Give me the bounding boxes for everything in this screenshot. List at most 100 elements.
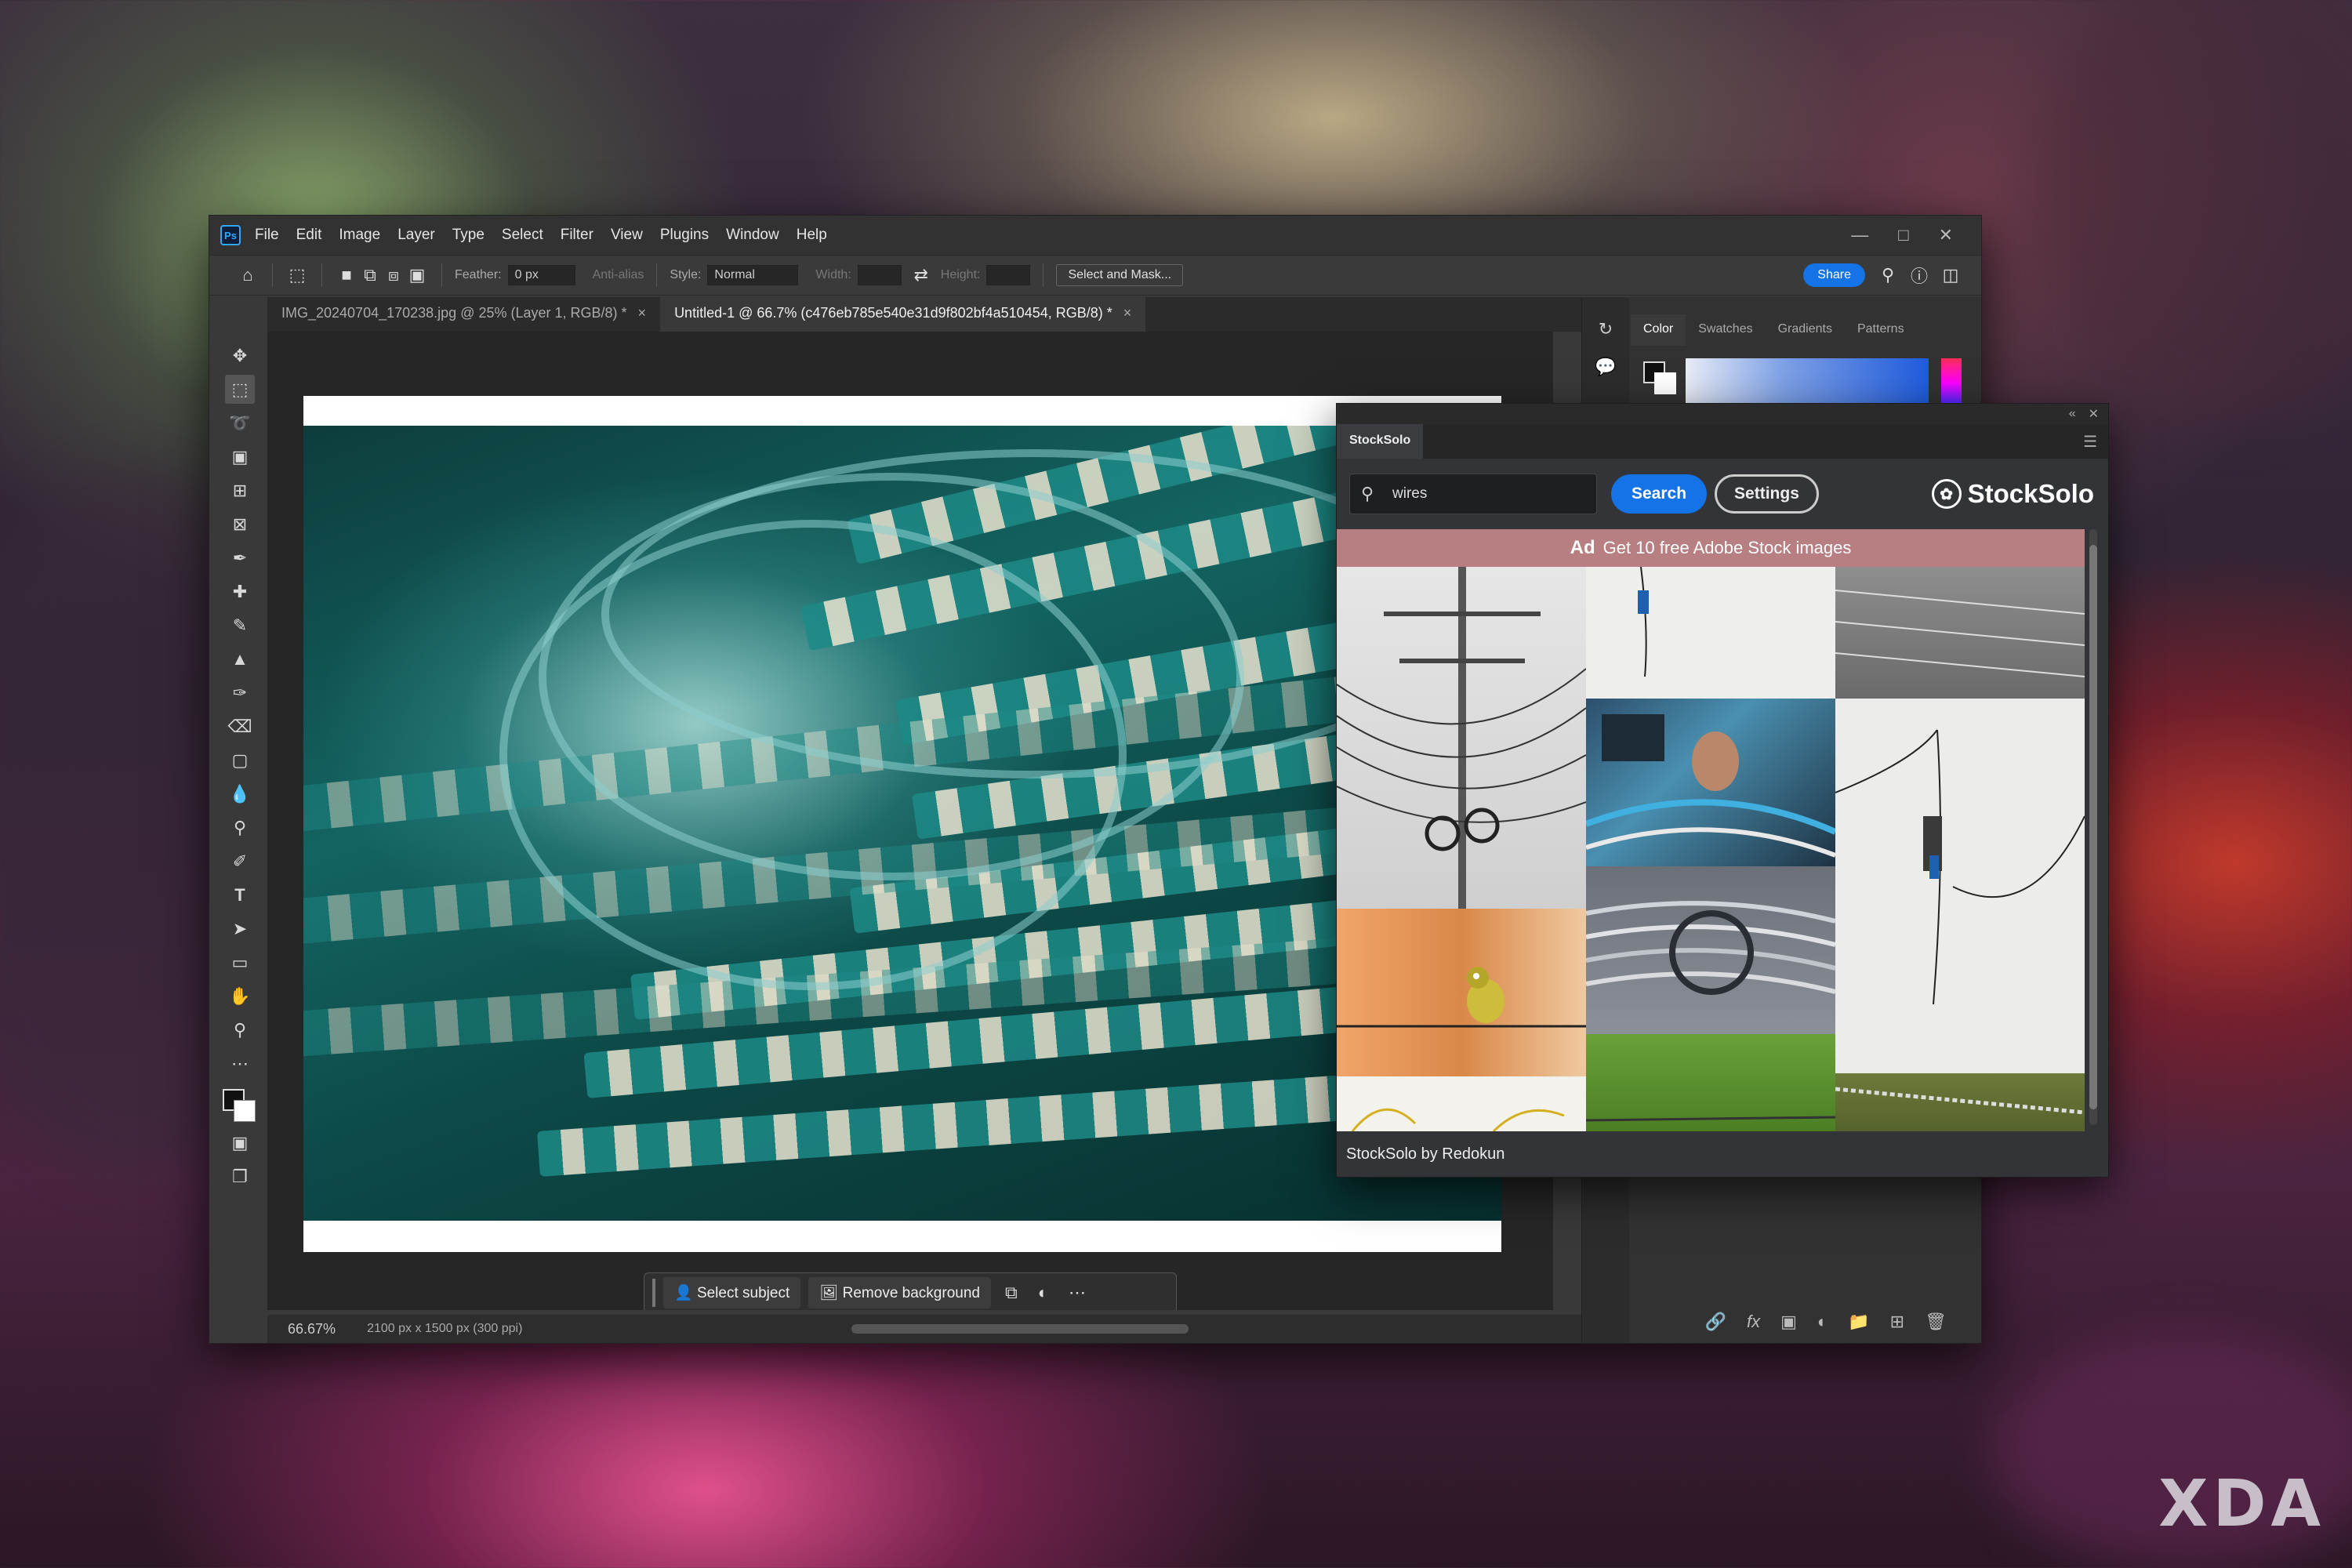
menu-plugins[interactable]: Plugins — [660, 227, 709, 244]
tab-patterns[interactable]: Patterns — [1845, 314, 1917, 346]
tab-color[interactable]: Color — [1631, 314, 1686, 346]
search-button[interactable]: Search — [1611, 474, 1708, 514]
result-thumbnail[interactable] — [1586, 567, 1835, 699]
result-thumbnail[interactable] — [1835, 567, 2085, 699]
more-tools-icon[interactable]: ⋯ — [225, 1049, 255, 1078]
clone-stamp-icon[interactable]: ▲ — [225, 644, 255, 673]
transform-icon[interactable]: ⧉ — [999, 1283, 1024, 1303]
minimize-icon[interactable]: — — [1851, 225, 1868, 245]
path-selection-icon[interactable]: ➤ — [225, 914, 255, 943]
zoom-tool-icon[interactable]: ⚲ — [225, 1015, 255, 1044]
new-group-icon[interactable]: 📁 — [1848, 1312, 1869, 1332]
marquee-preset-icon[interactable]: ⬚ — [285, 263, 309, 287]
eraser-icon[interactable]: ⌫ — [225, 712, 255, 741]
tab-document-2[interactable]: Untitled-1 @ 66.7% (c476eb785e540e31d9f8… — [660, 297, 1146, 332]
menu-window[interactable]: Window — [726, 227, 779, 244]
tab-document-1[interactable]: IMG_20240704_170238.jpg @ 25% (Layer 1, … — [267, 297, 660, 332]
add-mask-icon[interactable]: ▣ — [1780, 1312, 1797, 1332]
type-tool-icon[interactable]: T — [225, 880, 255, 909]
result-thumbnail[interactable] — [1586, 699, 1835, 866]
menu-edit[interactable]: Edit — [296, 227, 322, 244]
adjustment-icon[interactable]: ◐ — [1032, 1283, 1054, 1303]
background-color[interactable] — [1654, 372, 1676, 394]
link-layers-icon[interactable]: 🔗 — [1705, 1312, 1726, 1332]
brush-tool-icon[interactable]: ✎ — [225, 611, 255, 640]
color-spectrum[interactable] — [1686, 358, 1929, 407]
workspace-icon[interactable]: ◫ — [1939, 263, 1962, 287]
fx-icon[interactable]: fx — [1747, 1312, 1760, 1332]
move-tool-icon[interactable]: ✥ — [225, 341, 255, 370]
hand-tool-icon[interactable]: ✋ — [225, 982, 255, 1011]
history-brush-icon[interactable]: ✑ — [225, 678, 255, 707]
horizontal-scrollbar[interactable] — [851, 1324, 1189, 1334]
tab-swatches[interactable]: Swatches — [1686, 314, 1765, 346]
add-selection-icon[interactable]: ⧉ — [358, 263, 382, 287]
zoom-level[interactable]: 66.67% — [288, 1321, 336, 1338]
hue-slider[interactable] — [1941, 358, 1962, 407]
share-button[interactable]: Share — [1803, 263, 1865, 287]
close-tab-icon[interactable]: × — [638, 305, 647, 321]
comments-icon[interactable]: 💬 — [1595, 357, 1616, 377]
result-thumbnail[interactable] — [1586, 1034, 1835, 1131]
more-options-icon[interactable]: ⋯ — [1062, 1283, 1092, 1303]
quick-mask-icon[interactable]: ▣ — [225, 1128, 255, 1157]
search-icon[interactable]: ⚲ — [1876, 263, 1900, 287]
healing-brush-icon[interactable]: ✚ — [225, 577, 255, 606]
new-layer-icon[interactable]: ⊞ — [1890, 1312, 1904, 1332]
result-thumbnail[interactable] — [1337, 1076, 1586, 1131]
height-input[interactable] — [986, 265, 1031, 285]
ad-banner[interactable]: Ad Get 10 free Adobe Stock images — [1337, 529, 2085, 567]
search-input[interactable] — [1392, 485, 1581, 503]
screen-mode-icon[interactable]: ❐ — [225, 1162, 255, 1191]
result-thumbnail[interactable] — [1835, 699, 2085, 1073]
search-box[interactable]: ⚲ — [1349, 474, 1597, 514]
drag-handle-icon[interactable] — [652, 1279, 655, 1307]
blur-tool-icon[interactable]: 💧 — [225, 779, 255, 808]
adjustment-layer-icon[interactable]: ◐ — [1817, 1312, 1828, 1332]
rectangle-tool-icon[interactable]: ▭ — [225, 948, 255, 977]
result-thumbnail[interactable] — [1835, 1073, 2085, 1131]
antialias-checkbox[interactable]: Anti-alias — [593, 268, 644, 282]
delete-layer-icon[interactable]: 🗑 — [1925, 1312, 1947, 1332]
select-and-mask-button[interactable]: Select and Mask... — [1056, 264, 1184, 286]
crop-tool-icon[interactable]: ⊞ — [225, 476, 255, 505]
history-icon[interactable]: ↻ — [1599, 319, 1613, 339]
close-tab-icon[interactable]: × — [1123, 305, 1132, 321]
tab-gradients[interactable]: Gradients — [1766, 314, 1845, 346]
results-scrollbar[interactable] — [2089, 529, 2097, 1125]
collapse-icon[interactable]: « — [2069, 407, 2076, 421]
document-canvas[interactable] — [303, 396, 1501, 1252]
panel-title-bar[interactable]: « ✕ — [1337, 404, 2108, 424]
home-icon[interactable]: ⌂ — [236, 263, 260, 287]
scroll-thumb[interactable] — [2089, 545, 2097, 1109]
settings-button[interactable]: Settings — [1715, 474, 1819, 514]
select-subject-button[interactable]: 👤 Select subject — [663, 1277, 801, 1308]
result-thumbnail[interactable] — [1337, 909, 1586, 1076]
width-input[interactable] — [857, 265, 902, 285]
lasso-tool-icon[interactable]: ➰ — [225, 408, 255, 437]
color-swatches[interactable] — [223, 1089, 257, 1123]
menu-image[interactable]: Image — [339, 227, 380, 244]
menu-view[interactable]: View — [611, 227, 643, 244]
frame-tool-icon[interactable]: ⊠ — [225, 510, 255, 539]
help-icon[interactable]: ⓘ — [1907, 263, 1931, 287]
tab-stocksolo[interactable]: StockSolo — [1337, 424, 1424, 459]
feather-input[interactable]: 0 px — [507, 265, 575, 285]
result-thumbnail[interactable] — [1586, 866, 1835, 1034]
maximize-icon[interactable]: □ — [1898, 225, 1908, 245]
dodge-tool-icon[interactable]: ⚲ — [225, 813, 255, 842]
close-icon[interactable]: ✕ — [1939, 225, 1953, 245]
rectangular-marquee-icon[interactable]: ⬚ — [225, 375, 255, 404]
menu-select[interactable]: Select — [502, 227, 543, 244]
menu-layer[interactable]: Layer — [397, 227, 435, 244]
new-selection-icon[interactable]: ■ — [335, 263, 358, 287]
pen-tool-icon[interactable]: ✐ — [225, 847, 255, 876]
background-color[interactable] — [234, 1100, 256, 1122]
menu-help[interactable]: Help — [797, 227, 827, 244]
menu-file[interactable]: File — [255, 227, 279, 244]
style-select[interactable]: Normal — [707, 265, 799, 285]
remove-background-button[interactable]: 🖼 Remove background — [808, 1277, 991, 1308]
result-thumbnail[interactable] — [1337, 567, 1586, 909]
close-icon[interactable]: ✕ — [2089, 406, 2099, 422]
object-selection-icon[interactable]: ▣ — [225, 442, 255, 471]
